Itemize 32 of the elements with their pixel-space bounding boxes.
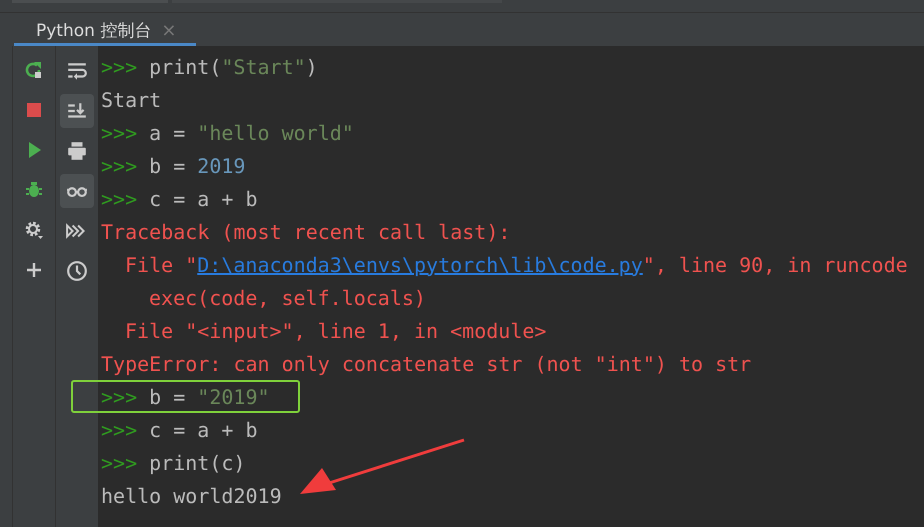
file-link[interactable]: D:\anaconda3\envs\pytorch\lib\code.py	[197, 252, 643, 276]
error-line: exec(code, self.locals)	[149, 286, 426, 310]
prompt: >>>	[101, 418, 138, 442]
code-line: print("Start")	[149, 54, 318, 78]
prompt: >>>	[101, 120, 138, 144]
code-line: c = a + b	[149, 186, 258, 210]
add-icon[interactable]	[24, 260, 44, 280]
toolbar-toggle[interactable]	[60, 174, 94, 208]
error-line: TypeError: can only concatenate str (not "int") to str	[101, 352, 752, 376]
prompt: >>>	[101, 450, 138, 474]
prompt: >>>	[101, 154, 138, 178]
settings-icon[interactable]	[24, 220, 44, 240]
printer-icon	[66, 140, 88, 162]
code-line: c = a + b	[149, 418, 258, 442]
code-line: b = 2019	[149, 154, 246, 178]
code-line: a = "hello world"	[149, 120, 354, 144]
code-line: print(c)	[149, 450, 246, 474]
close-icon[interactable]: ×	[161, 20, 176, 40]
rerun-icon[interactable]	[24, 60, 44, 80]
bug-icon[interactable]	[24, 180, 44, 200]
output-line: hello world2019	[101, 484, 282, 508]
toolbar-toggle[interactable]	[60, 94, 94, 128]
prompt: >>>	[101, 186, 138, 210]
prompt: >>>	[101, 384, 138, 408]
error-line: Traceback (most recent call last):	[101, 220, 510, 244]
code-line: b = "2019"	[149, 384, 270, 408]
error-line: File "<input>", line 1, in <module>	[125, 318, 546, 342]
output-line: Start	[101, 88, 162, 112]
prompt: >>>	[101, 54, 138, 78]
stop-icon[interactable]	[24, 100, 44, 120]
clock-icon	[66, 260, 88, 282]
error-line: File "D:\anaconda3\envs\pytorch\lib\code.py", line 90, in runcode	[125, 252, 908, 276]
